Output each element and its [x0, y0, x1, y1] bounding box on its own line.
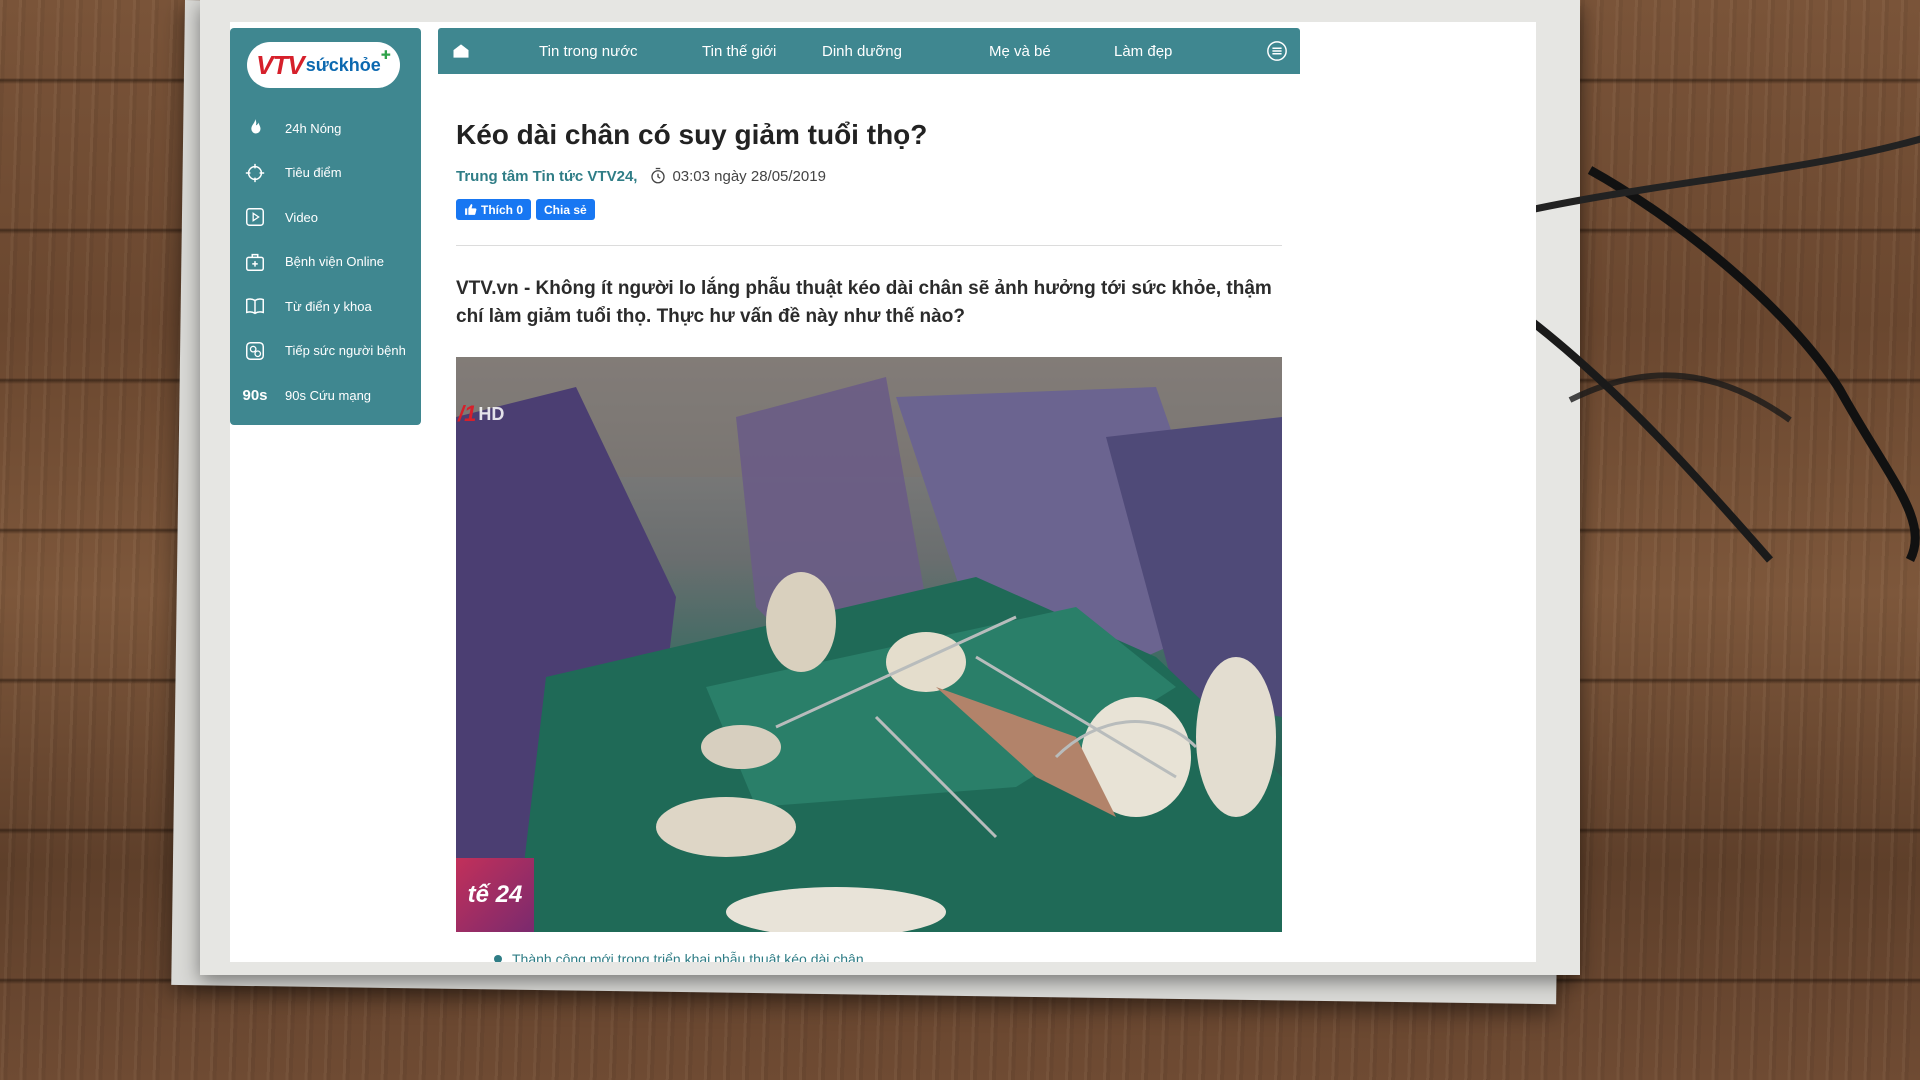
top-navigation: Tin trong nước Tin thế giới Dinh dưỡng M…	[438, 28, 1300, 74]
ninety-seconds-icon: 90s	[242, 386, 268, 404]
flame-icon	[244, 117, 266, 139]
facebook-share-button[interactable]: Chia sẻ	[536, 199, 595, 220]
sidebar-item-benh-vien-online[interactable]: Bệnh viện Online	[230, 240, 421, 285]
bullet-icon	[494, 955, 502, 962]
channel-watermark: /1 HD	[458, 401, 504, 427]
pills-icon	[244, 340, 266, 362]
thumbs-up-icon	[465, 204, 477, 215]
facebook-like-button[interactable]: Thích 0	[456, 199, 532, 220]
article-content: Kéo dài chân có suy giảm tuổi thọ? Trung…	[456, 82, 1282, 932]
sidebar-item-label: Bệnh viện Online	[285, 254, 385, 270]
sidebar-item-tieu-diem[interactable]: Tiêu điểm	[230, 151, 421, 196]
nav-tin-the-gioi[interactable]: Tin thế giới	[702, 43, 776, 60]
book-icon	[244, 295, 266, 317]
related-article-link[interactable]: Thành công mới trong triển khai phẫu thu…	[494, 951, 864, 962]
like-label: Thích 0	[481, 202, 524, 217]
article-date: 03:03 ngày 28/05/2019	[672, 167, 826, 185]
nav-dinh-duong[interactable]: Dinh dưỡng	[822, 43, 902, 60]
article-meta: Trung tâm Tin tức VTV24, 03:03 ngày 28/0…	[456, 167, 1282, 185]
logo-vtv: VTV	[256, 49, 305, 80]
social-buttons: Thích 0 Chia sẻ	[456, 199, 1282, 220]
left-sidebar: VTV sứckhỏe ✚ 24h Nóng Tiêu điểm Video B…	[230, 28, 421, 425]
sidebar-item-label: Tiêu điểm	[285, 165, 342, 181]
video-icon	[244, 206, 266, 228]
sidebar-item-label: Video	[285, 209, 319, 225]
site-logo[interactable]: VTV sứckhỏe ✚	[247, 42, 400, 88]
nav-lam-dep[interactable]: Làm đẹp	[1114, 43, 1172, 60]
sidebar-item-label: 24h Nóng	[285, 120, 342, 136]
yte24-badge: tế 24	[456, 858, 534, 932]
sidebar-item-tiep-suc-nguoi-benh[interactable]: Tiếp sức người bệnh	[230, 329, 421, 374]
browser-page: VTV sứckhỏe ✚ 24h Nóng Tiêu điểm Video B…	[230, 22, 1536, 962]
related-article-label: Thành công mới trong triển khai phẫu thu…	[512, 951, 864, 962]
sidebar-item-90s-cuu-mang[interactable]: 90s 90s Cứu mạng	[230, 373, 421, 418]
nav-tin-trong-nuoc[interactable]: Tin trong nước	[539, 43, 638, 60]
sidebar-item-label: Tiếp sức người bệnh	[285, 343, 406, 359]
logo-suckhoe: sứckhỏe	[305, 54, 381, 75]
hd-label: HD	[478, 403, 505, 424]
sidebar-item-label: 90s Cứu mạng	[285, 387, 372, 403]
menu-icon[interactable]	[1266, 40, 1288, 67]
home-icon[interactable]	[438, 41, 484, 61]
article-sapo: VTV.vn - Không ít người lo lắng phẫu thu…	[456, 278, 1272, 327]
sidebar-menu: 24h Nóng Tiêu điểm Video Bệnh viện Onlin…	[230, 106, 421, 418]
meta-divider	[456, 245, 1282, 246]
nav-me-va-be[interactable]: Mẹ và bé	[989, 43, 1051, 60]
clock-icon	[649, 167, 667, 185]
sidebar-item-label: Từ điển y khoa	[285, 298, 372, 314]
sidebar-item-24h-nong[interactable]: 24h Nóng	[230, 106, 421, 151]
sidebar-item-video[interactable]: Video	[230, 195, 421, 240]
crosshair-icon	[244, 162, 266, 184]
medical-bag-icon	[244, 251, 266, 273]
article-author[interactable]: Trung tâm Tin tức VTV24,	[456, 168, 637, 185]
channel-logo-icon: /1	[458, 401, 477, 426]
logo-plus-icon: ✚	[380, 48, 391, 62]
article-video-still[interactable]: /1 HD tế 24	[456, 357, 1282, 932]
sidebar-item-tu-dien-y-khoa[interactable]: Từ điển y khoa	[230, 284, 421, 329]
surgery-scene-image	[456, 357, 1282, 932]
article-title: Kéo dài chân có suy giảm tuổi thọ?	[456, 119, 928, 150]
